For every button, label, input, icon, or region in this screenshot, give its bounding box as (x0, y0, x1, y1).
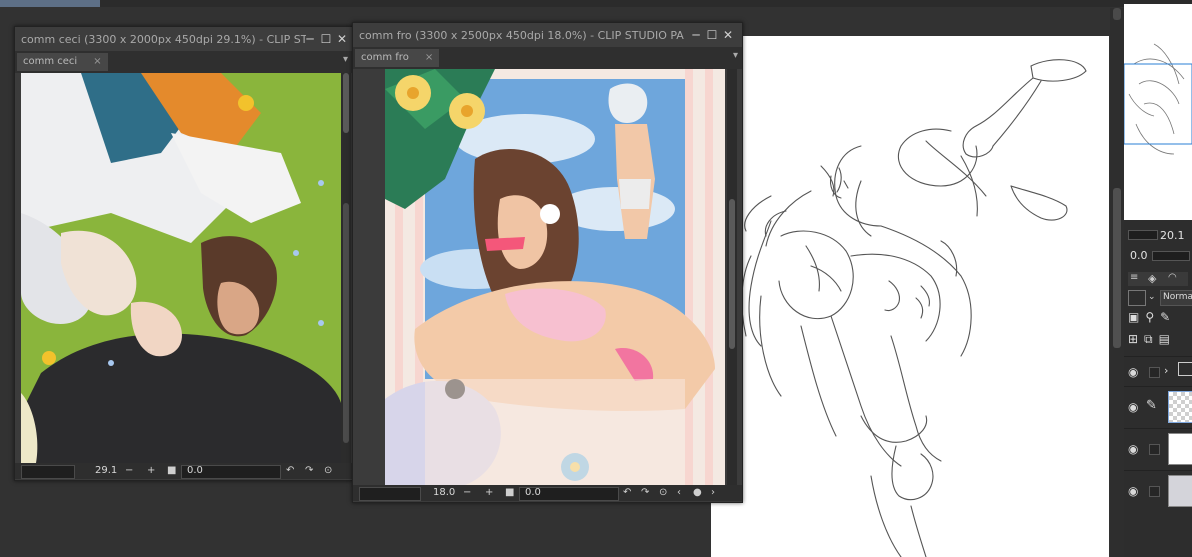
opacity-slider[interactable] (1152, 251, 1190, 261)
opacity-value[interactable]: 0.0 (1130, 249, 1148, 262)
window-title: comm ceci (3300 x 2000px 450dpi 29.1%) -… (21, 33, 306, 46)
navigator-preview (1123, 43, 1192, 155)
minimize-icon[interactable]: ─ (303, 32, 317, 46)
blend-mode-label: Norma (1163, 292, 1192, 302)
chevron-right-icon[interactable]: › (1164, 364, 1168, 377)
layer-tool-icons[interactable]: ▣⚲✎ (1128, 310, 1176, 324)
layers-icon[interactable]: ◈ (1148, 272, 1156, 285)
eye-icon[interactable]: ◉ (1128, 400, 1138, 414)
folder-icon (1178, 362, 1192, 376)
illustration-fro (385, 69, 725, 485)
layer-lock-checkbox[interactable] (1149, 367, 1160, 378)
tab-label: comm ceci (23, 56, 78, 67)
subwindow-comm-fro[interactable]: comm fro (3300 x 2500px 450dpi 18.0%) - … (352, 22, 743, 503)
maximize-icon[interactable]: ☐ (705, 28, 719, 42)
tab-icon[interactable]: ◠ (1168, 272, 1177, 283)
tab-menu-chevron-icon[interactable]: ▾ (733, 50, 738, 61)
blend-mode-select[interactable]: Norma (1160, 290, 1192, 306)
scroll-thumb[interactable] (1113, 188, 1121, 348)
window-title: comm fro (3300 x 2500px 450dpi 18.0%) - … (359, 29, 684, 42)
close-icon[interactable]: ✕ (335, 32, 349, 46)
zoom-value[interactable]: 29.1 (95, 465, 117, 477)
layer-row-folder[interactable]: ◉ › (1124, 356, 1192, 387)
zoom-out-icon[interactable]: − (125, 464, 133, 478)
window-vertical-scrollbar[interactable] (727, 69, 737, 485)
main-canvas[interactable] (711, 36, 1109, 557)
layer-thumbnail (1168, 391, 1192, 423)
canvas-comm-ceci[interactable] (21, 73, 341, 463)
layer-thumbnail (1168, 433, 1192, 465)
rotate-left-icon[interactable]: ↶ (286, 464, 294, 478)
zoom-value[interactable]: 18.0 (433, 487, 455, 499)
tab-close-icon[interactable]: × (425, 49, 433, 67)
hscroll-field[interactable] (359, 487, 421, 501)
canvas-vertical-scrollbar[interactable] (1110, 8, 1124, 557)
layer-lock-checkbox[interactable] (1149, 444, 1160, 455)
layer-action-icons[interactable]: ⊞⧉▤ (1128, 332, 1176, 347)
tab-menu-chevron-icon[interactable]: ▾ (343, 54, 348, 65)
scroll-thumb[interactable] (729, 199, 735, 349)
layer-lock-checkbox[interactable] (1149, 486, 1160, 497)
layer-thumbnail (1168, 475, 1192, 507)
tab-close-icon[interactable]: × (93, 53, 101, 71)
eye-icon[interactable]: ◉ (1128, 484, 1138, 498)
hscroll-field[interactable] (21, 465, 75, 479)
fit-icon[interactable]: ■ (167, 464, 176, 478)
minimize-icon[interactable]: ─ (689, 28, 703, 42)
tool-property-panel: 20.1 0.0 ≡ ◈ ◠ ⌄ Norma ▣⚲✎ ⊞⧉▤ ◉ › ◉ ✎ ◉… (1124, 220, 1192, 557)
flip-icon[interactable]: ‹ (677, 486, 681, 500)
top-toolbar-strip (0, 0, 1192, 7)
navigator-panel[interactable] (1123, 4, 1192, 220)
subwindow-comm-ceci[interactable]: comm ceci (3300 x 2000px 450dpi 29.1%) -… (14, 26, 353, 481)
rotation-value[interactable]: 0.0 (525, 487, 541, 499)
scroll-thumb[interactable] (343, 73, 349, 133)
brush-size-value[interactable]: 20.1 (1160, 229, 1185, 242)
close-icon[interactable]: ✕ (721, 28, 735, 42)
pen-icon: ✎ (1146, 398, 1157, 413)
rotate-right-icon[interactable]: ↷ (305, 464, 313, 478)
maximize-icon[interactable]: ☐ (319, 32, 333, 46)
layer-row-sketch[interactable]: ◉ ✎ (1124, 386, 1192, 427)
layer-option-button[interactable] (1128, 290, 1146, 306)
menu-icon[interactable]: ≡ (1130, 272, 1138, 283)
zoom-in-icon[interactable]: + (147, 464, 155, 478)
brush-size-slider[interactable] (1128, 230, 1158, 240)
canvas-comm-fro[interactable] (385, 69, 725, 485)
illustration-ceci (21, 73, 341, 463)
zoom-in-icon[interactable]: + (485, 486, 493, 500)
eye-icon[interactable]: ◉ (1128, 442, 1138, 456)
zoom-out-icon[interactable]: − (463, 486, 471, 500)
eye-icon[interactable]: ◉ (1128, 365, 1138, 379)
reset-rotation-icon[interactable]: ⊙ (659, 486, 667, 500)
document-tab-row: comm fro × ▾ (353, 47, 742, 69)
fit-icon[interactable]: ■ (505, 486, 514, 500)
layer-row-white[interactable]: ◉ (1124, 428, 1192, 469)
window-titlebar[interactable]: comm fro (3300 x 2500px 450dpi 18.0%) - … (353, 23, 742, 47)
chevron-down-icon[interactable]: ⌄ (1148, 292, 1156, 302)
rotate-left-icon[interactable]: ↶ (623, 486, 631, 500)
rotate-right-icon[interactable]: ↷ (641, 486, 649, 500)
scroll-indicator-icon[interactable]: ● (693, 486, 702, 500)
rotation-value[interactable]: 0.0 (187, 465, 203, 477)
line-art-sketch (741, 59, 1087, 557)
window-status-bar: 29.1 − + ■ 0.0 ↶ ↷ ⊙ (15, 463, 352, 479)
scroll-right-icon[interactable]: › (711, 486, 715, 500)
active-tool-indicator[interactable] (0, 0, 100, 7)
tab-label: comm fro (361, 52, 409, 63)
scroll-track-thumb[interactable] (343, 203, 349, 443)
window-status-bar: 18.0 − + ■ 0.0 ↶ ↷ ⊙ ‹ ● › (353, 485, 742, 501)
layer-row-paper[interactable]: ◉ (1124, 470, 1192, 511)
reset-rotation-icon[interactable]: ⊙ (324, 464, 332, 478)
layer-panel-tabs: ≡ ◈ ◠ (1128, 272, 1188, 286)
scroll-top-thumb[interactable] (1113, 8, 1121, 20)
tab-comm-ceci[interactable]: comm ceci × (17, 53, 108, 71)
tab-comm-fro[interactable]: comm fro × (355, 49, 440, 67)
window-titlebar[interactable]: comm ceci (3300 x 2000px 450dpi 29.1%) -… (15, 27, 352, 51)
window-vertical-scrollbar[interactable] (341, 73, 351, 463)
document-tab-row: comm ceci × ▾ (15, 51, 352, 73)
